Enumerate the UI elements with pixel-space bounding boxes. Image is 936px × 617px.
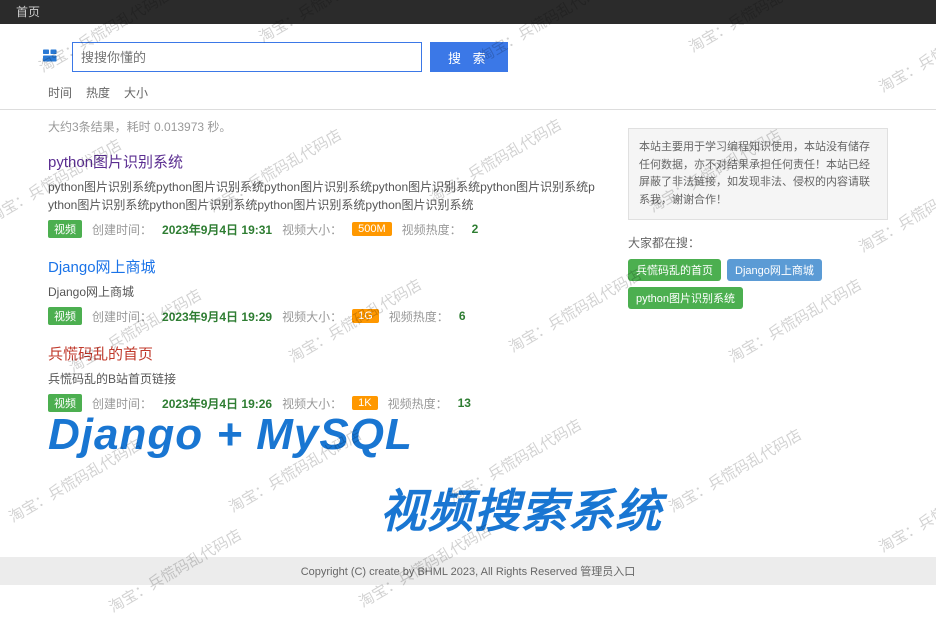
size-badge: 500M (352, 222, 392, 236)
hot-tag[interactable]: 兵慌码乱的首页 (628, 259, 721, 281)
result-stats: 大约3条结果，耗时 0.013973 秒。 (48, 118, 598, 135)
create-time: 2023年9月4日 19:29 (162, 308, 272, 325)
site-notice: 本站主要用于学习编程知识使用，本站没有储存任何数据，亦不对结果承担任何责任！本站… (628, 128, 888, 220)
overlay-title-2: 视频搜索系统 (380, 475, 662, 541)
search-input[interactable] (72, 42, 422, 72)
watermark: 淘宝：兵慌码乱代码店 (875, 464, 936, 557)
size-badge: 1K (352, 396, 377, 410)
size-label: 视频大小： (282, 221, 342, 238)
heat-value: 13 (458, 396, 471, 410)
search-bar: 搜 索 (0, 24, 936, 84)
divider (0, 109, 936, 110)
result-desc: 兵慌码乱的B站首页链接 (48, 370, 598, 388)
search-button[interactable]: 搜 索 (430, 42, 508, 72)
tags-title: 大家都在搜： (628, 234, 888, 251)
tags-list: 兵慌码乱的首页 Django网上商城 python图片识别系统 (628, 259, 888, 309)
create-label: 创建时间： (92, 308, 152, 325)
overlay-title-1: Django + MySQL (48, 410, 413, 460)
type-badge: 视频 (48, 307, 82, 325)
nav-home[interactable]: 首页 (16, 5, 40, 19)
create-label: 创建时间： (92, 221, 152, 238)
hot-tag[interactable]: Django网上商城 (727, 259, 822, 281)
result-title[interactable]: python图片识别系统 (48, 151, 183, 172)
size-label: 视频大小： (282, 395, 342, 412)
filter-heat[interactable]: 热度 (86, 84, 110, 101)
type-badge: 视频 (48, 220, 82, 238)
search-result: python图片识别系统 python图片识别系统python图片识别系统pyt… (48, 151, 598, 238)
topbar: 首页 (0, 0, 936, 24)
watermark: 淘宝：兵慌码乱代码店 (665, 424, 805, 517)
result-meta: 视频 创建时间： 2023年9月4日 19:31 视频大小： 500M 视频热度… (48, 220, 598, 238)
search-result: 兵慌码乱的首页 兵慌码乱的B站首页链接 视频 创建时间： 2023年9月4日 1… (48, 343, 598, 412)
hot-tag[interactable]: python图片识别系统 (628, 287, 743, 309)
heat-value: 6 (459, 309, 466, 323)
create-label: 创建时间： (92, 395, 152, 412)
content: 大约3条结果，耗时 0.013973 秒。 python图片识别系统 pytho… (0, 118, 936, 430)
sidebar: 本站主要用于学习编程知识使用，本站没有储存任何数据，亦不对结果承担任何责任！本站… (628, 118, 888, 430)
create-time: 2023年9月4日 19:26 (162, 395, 272, 412)
result-desc: Django网上商城 (48, 283, 598, 301)
size-badge: 1G (352, 309, 379, 323)
video-icon (40, 48, 64, 66)
heat-label: 视频热度： (388, 395, 448, 412)
filter-bar: 时间 热度 大小 (0, 84, 936, 109)
heat-label: 视频热度： (389, 308, 449, 325)
result-meta: 视频 创建时间： 2023年9月4日 19:29 视频大小： 1G 视频热度： … (48, 307, 598, 325)
create-time: 2023年9月4日 19:31 (162, 221, 272, 238)
size-label: 视频大小： (282, 308, 342, 325)
result-desc: python图片识别系统python图片识别系统python图片识别系统pyth… (48, 178, 598, 214)
result-title[interactable]: 兵慌码乱的首页 (48, 343, 153, 364)
filter-size[interactable]: 大小 (124, 84, 148, 101)
filter-time[interactable]: 时间 (48, 84, 72, 101)
results-main: 大约3条结果，耗时 0.013973 秒。 python图片识别系统 pytho… (48, 118, 598, 430)
heat-value: 2 (472, 222, 479, 236)
result-title[interactable]: Django网上商城 (48, 256, 156, 277)
footer: Copyright (C) create by BHML 2023, All R… (0, 557, 936, 585)
search-result: Django网上商城 Django网上商城 视频 创建时间： 2023年9月4日… (48, 256, 598, 325)
heat-label: 视频热度： (402, 221, 462, 238)
